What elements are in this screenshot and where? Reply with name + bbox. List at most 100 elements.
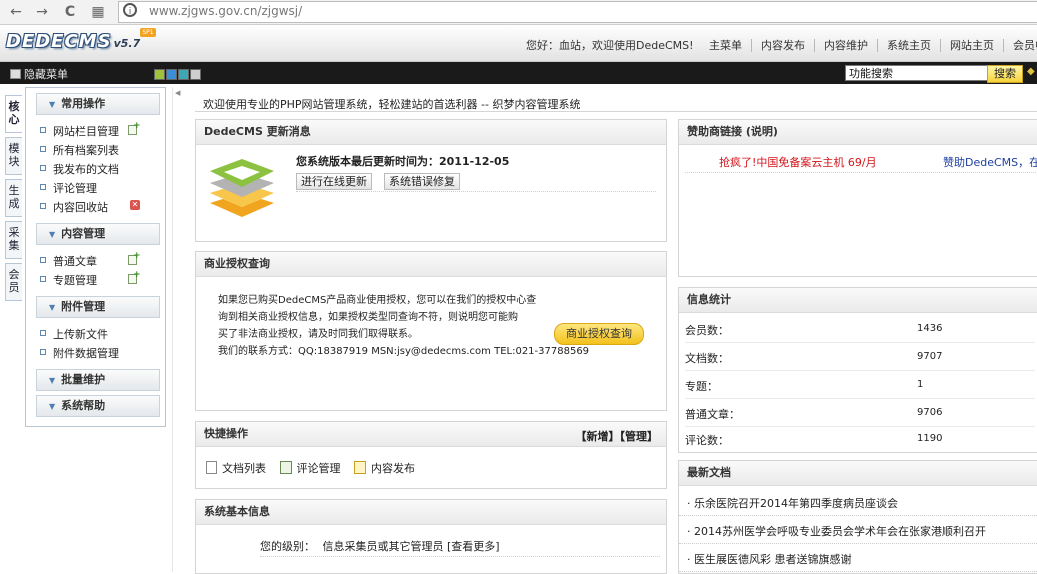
list-item[interactable]: · 2014苏州医学会呼吸专业委员会学术年会在张家港顺利召开 [679, 516, 1037, 544]
url-text[interactable]: www.zjgws.gov.cn/zjgwsj/ [149, 4, 302, 18]
reload-icon[interactable]: C [60, 2, 80, 22]
list-item[interactable]: · 医生展医德风彩 患者送锦旗感谢 [679, 544, 1037, 572]
sidebar-item-label: 附件数据管理 [53, 347, 119, 360]
tab-generate[interactable]: 生成 [5, 179, 22, 217]
nav-system-home[interactable]: 系统主页 [878, 39, 941, 52]
clear-recycle-bin-icon[interactable]: ✕ [130, 200, 140, 210]
sidebar-item-my-documents[interactable]: 我发布的文档 [40, 161, 119, 177]
sponsor-ad-link[interactable]: 抢疯了!中国免备案云主机 69/月 [719, 154, 877, 170]
sponsor-panel-title: 赞助商链接 (说明) [679, 120, 1037, 145]
back-icon[interactable]: ← [6, 2, 26, 22]
sidebar-item-label: 上传新文件 [53, 328, 108, 341]
add-article-icon[interactable] [128, 251, 141, 265]
section-content-mgmt[interactable]: ▼ 内容管理 [36, 223, 160, 245]
stat-value: 9706 [917, 407, 943, 418]
tab-members[interactable]: 会员 [5, 263, 22, 301]
online-update-button[interactable]: 进行在线更新 [296, 173, 372, 190]
hide-menu-button[interactable]: 隐藏菜单 [10, 66, 68, 82]
add-topic-icon[interactable] [128, 270, 141, 284]
stat-label: 会员数： [685, 324, 729, 337]
sidebar-item-all-archives[interactable]: 所有档案列表 [40, 142, 119, 158]
user-level-value[interactable]: 信息采集员或其它管理员 [查看更多] [323, 540, 500, 553]
sidebar-item-label: 普通文章 [53, 255, 97, 268]
license-query-button[interactable]: 商业授权查询 [554, 323, 644, 345]
bullet-icon [40, 146, 46, 152]
sidebar-item-upload-file[interactable]: 上传新文件 [40, 326, 108, 342]
publish-icon [354, 461, 366, 474]
search-button[interactable]: 搜索 [987, 65, 1023, 83]
news-link[interactable]: · 医生展医德风彩 患者送锦旗感谢 [687, 551, 852, 567]
skin-gray-swatch[interactable] [190, 69, 201, 80]
page-info-icon[interactable]: i [123, 3, 137, 17]
quick-link-label: 评论管理 [296, 462, 341, 475]
arrow-right-icon: ◆ [1027, 66, 1035, 77]
publish-link[interactable]: 内容发布 [354, 461, 415, 475]
nav-maintain[interactable]: 内容维护 [815, 39, 878, 52]
sidebar-item-label: 所有档案列表 [53, 144, 119, 157]
license-panel: 商业授权查询 如果您已购买DedeCMS产品商业使用授权，您可以在我们的授权中心… [195, 251, 667, 411]
stat-row-topics: 专题： 1 [685, 372, 1035, 399]
license-text: 如果您已购买DedeCMS产品商业使用授权，您可以在我们的授权中心查 询到相关商… [218, 292, 589, 360]
sidebar-item-comments[interactable]: 评论管理 [40, 180, 97, 196]
section-system-help[interactable]: ▼ 系统帮助 [36, 395, 160, 417]
sidebar-item-attachment-data[interactable]: 附件数据管理 [40, 345, 119, 361]
dotted-divider [260, 556, 660, 557]
nav-main-menu[interactable]: 主菜单 [700, 39, 752, 52]
sidebar-item-label: 内容回收站 [53, 201, 108, 214]
section-batch-maintain[interactable]: ▼ 批量维护 [36, 369, 160, 391]
sponsor-dedecms-link[interactable]: 赞助DedeCMS，在官方 [943, 154, 1037, 170]
nav-publish[interactable]: 内容发布 [752, 39, 815, 52]
apps-icon[interactable]: ▦ [88, 2, 108, 22]
bullet-icon [40, 165, 46, 171]
nav-site-home[interactable]: 网站主页 [941, 39, 1004, 52]
sidebar-item-label: 网站栏目管理 [53, 125, 119, 138]
sidebar-menu: ▼常用操作 网站栏目管理 所有档案列表 我发布的文档 评论管理 内容回收站 ✕ … [25, 87, 166, 427]
forward-icon[interactable]: → [32, 2, 52, 22]
chevron-down-icon: ▼ [49, 376, 56, 385]
logo-version: v5.7 [113, 37, 141, 50]
skin-blue-swatch[interactable] [166, 69, 177, 80]
address-bar[interactable]: i www.zjgws.gov.cn/zjgwsj/ [118, 1, 1037, 23]
collapse-arrow-icon[interactable]: ◀ [175, 89, 180, 97]
quick-ops-add-manage[interactable]: 【新增】【管理】 [576, 428, 659, 444]
stat-row-members: 会员数： 1436 [685, 316, 1035, 343]
add-column-icon[interactable] [128, 121, 141, 135]
fix-errors-button[interactable]: 系统错误修复 [384, 173, 460, 190]
tab-modules[interactable]: 模块 [5, 137, 22, 175]
function-search-input[interactable] [845, 65, 993, 81]
welcome-message: 您好：血站，欢迎使用DedeCMS! [526, 39, 694, 52]
logo-text: DEDECMS [6, 31, 112, 52]
list-item[interactable]: · 乐余医院召开2014年第四季度病员座谈会 [679, 488, 1037, 516]
bullet-icon [40, 330, 46, 336]
system-info-title: 系统基本信息 [196, 500, 666, 525]
sidebar-item-recycle-bin[interactable]: 内容回收站 [40, 199, 108, 215]
sidebar-item-topics[interactable]: 专题管理 [40, 272, 97, 288]
stat-value: 1190 [917, 433, 943, 444]
last-update-text: 您系统版本最后更新时间为：2011-12-05 [296, 155, 510, 168]
section-attachment-mgmt[interactable]: ▼ 附件管理 [36, 296, 160, 318]
tab-core[interactable]: 核心 [5, 95, 22, 133]
stats-panel-title: 信息统计 [679, 288, 1037, 313]
skin-green-swatch[interactable] [154, 69, 165, 80]
sidebar-splitter[interactable] [172, 87, 180, 572]
stat-label: 评论数： [685, 434, 729, 447]
update-panel-title: DedeCMS 更新消息 [196, 120, 666, 145]
comment-mgmt-link[interactable]: 评论管理 [279, 461, 341, 475]
tab-collect[interactable]: 采集 [5, 221, 22, 259]
nav-member-center[interactable]: 会员中 [1004, 39, 1037, 52]
news-link[interactable]: · 乐余医院召开2014年第四季度病员座谈会 [687, 495, 898, 511]
skin-teal-swatch[interactable] [178, 69, 189, 80]
sidebar-item-articles[interactable]: 普通文章 [40, 253, 97, 269]
stat-value: 9707 [917, 351, 943, 362]
stat-row-articles: 普通文章： 9706 [685, 400, 1035, 427]
license-contact: 我们的联系方式：QQ:18387919 MSN:jsy@dedecms.com … [218, 346, 590, 357]
stat-row-comments: 评论数： 1190 [685, 426, 1035, 452]
chevron-down-icon: ▼ [49, 303, 56, 312]
quick-links: 文档列表 评论管理 内容发布 [206, 460, 415, 476]
news-link[interactable]: · 2014苏州医学会呼吸专业委员会学术年会在张家港顺利召开 [687, 523, 986, 539]
chevron-down-icon: ▼ [49, 100, 56, 109]
sidebar-item-site-columns[interactable]: 网站栏目管理 [40, 123, 119, 139]
bullet-icon [40, 349, 46, 355]
doc-list-link[interactable]: 文档列表 [206, 461, 266, 475]
section-common-ops[interactable]: ▼ 常用操作 [36, 93, 160, 115]
